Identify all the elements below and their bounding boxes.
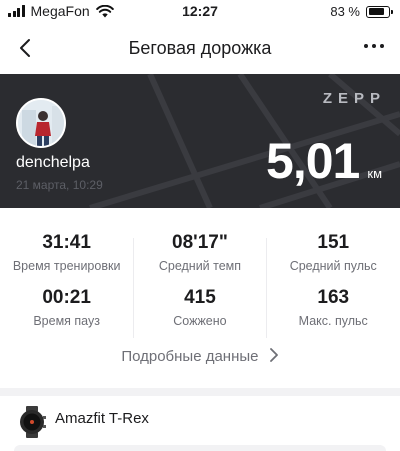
workout-hero: ZEPP denchelpa 21 марта, 10:29 5,01 км bbox=[0, 74, 400, 208]
stat-avg-heart-rate: 151 Средний пульс bbox=[267, 232, 400, 273]
battery-percent: 83 % bbox=[330, 4, 360, 19]
avatar[interactable] bbox=[16, 98, 66, 148]
device-card[interactable]: Amazfit T-Rex bbox=[0, 388, 400, 451]
battery-fill bbox=[368, 8, 385, 15]
more-icon[interactable] bbox=[364, 44, 384, 48]
stat-label: Сожжено bbox=[173, 314, 227, 328]
brand-logo: ZEPP bbox=[322, 90, 386, 107]
watch-icon bbox=[20, 406, 46, 438]
battery-icon bbox=[366, 5, 393, 18]
stat-calories: 415 Сожжено bbox=[133, 287, 266, 328]
stat-label: Макс. пульс bbox=[298, 314, 368, 328]
nav-bar: Беговая дорожка bbox=[0, 26, 400, 74]
stat-label: Время тренировки bbox=[12, 259, 121, 273]
workout-date: 21 марта, 10:29 bbox=[16, 178, 103, 192]
status-right: 83 % bbox=[330, 4, 393, 19]
username: denchelpa bbox=[16, 154, 90, 171]
details-link-label: Подробные данные bbox=[121, 348, 259, 365]
device-name: Amazfit T-Rex bbox=[55, 410, 149, 427]
stat-duration: 31:41 Время тренировки bbox=[0, 232, 133, 273]
stat-value: 08'17" bbox=[172, 232, 228, 253]
status-bar: MegaFon 12:27 83 % bbox=[0, 0, 400, 26]
distance: 5,01 км bbox=[266, 132, 382, 190]
page-title: Беговая дорожка bbox=[128, 38, 272, 58]
stats-row: 00:21 Время пауз 415 Сожжено 163 Макс. п… bbox=[0, 287, 400, 328]
details-link[interactable]: Подробные данные bbox=[0, 348, 400, 365]
stat-label: Средний пульс bbox=[289, 259, 377, 273]
stat-pause-time: 00:21 Время пауз bbox=[0, 287, 133, 328]
stat-max-heart-rate: 163 Макс. пульс bbox=[267, 287, 400, 328]
stat-label: Средний темп bbox=[158, 259, 242, 273]
distance-value: 5,01 bbox=[266, 133, 360, 189]
next-card-edge bbox=[14, 445, 386, 451]
distance-unit: км bbox=[367, 166, 382, 181]
stat-value: 415 bbox=[184, 287, 216, 308]
stat-avg-pace: 08'17" Средний темп bbox=[133, 232, 266, 273]
stats-row: 31:41 Время тренировки 08'17" Средний те… bbox=[0, 232, 400, 273]
stat-value: 31:41 bbox=[42, 232, 91, 253]
stat-value: 00:21 bbox=[42, 287, 91, 308]
workout-stats: 31:41 Время тренировки 08'17" Средний те… bbox=[0, 208, 400, 388]
stat-value: 163 bbox=[317, 287, 350, 308]
stat-label: Время пауз bbox=[33, 314, 100, 328]
chevron-right-icon bbox=[269, 348, 278, 362]
stat-value: 151 bbox=[317, 232, 350, 253]
